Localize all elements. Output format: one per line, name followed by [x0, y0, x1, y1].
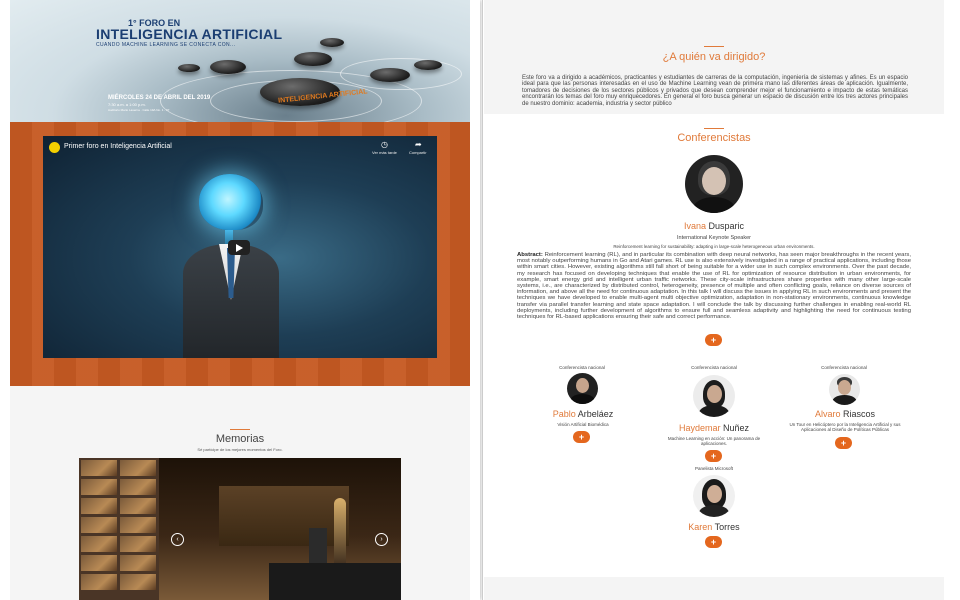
desk [269, 563, 401, 600]
gallery-next-icon[interactable]: › [375, 533, 388, 546]
stone [178, 64, 200, 72]
audience-title: ¿A quién va dirigido? [662, 51, 766, 63]
speaker-first-name: Pablo [552, 409, 576, 419]
keynote-avatar [685, 155, 743, 213]
abstract-label: Abstract: [517, 252, 543, 258]
hero-time: 7:30 a.m. a 1:00 p.m. [108, 102, 146, 107]
speaker-avatar-haydemar [693, 375, 735, 417]
panelist-role: Panelista Microsoft [694, 466, 733, 471]
speaker-avatar-pablo [567, 373, 598, 404]
speaker-last-name: Riascos [843, 409, 876, 419]
hero-venue: Auditorio Mario Laserna · Calle 19A No. … [108, 108, 170, 112]
audience-accent-line [704, 46, 724, 47]
stage-screen [219, 486, 349, 546]
play-button[interactable] [228, 240, 250, 255]
share-icon[interactable]: ➦ [415, 140, 422, 149]
audience-text: Este foro va a dirigido a académicos, pr… [522, 75, 908, 107]
gallery-thumbnail[interactable] [120, 536, 156, 552]
haydemar-more-button[interactable]: + [705, 450, 722, 462]
speaker-figure [334, 498, 346, 568]
speaker-first-name: Alvaro [814, 409, 841, 419]
keynote-abstract: Abstract: Reinforcement learning (RL), a… [517, 252, 911, 320]
speaker-role: Conferencista nacional [821, 365, 867, 370]
abstract-text: Reinforcement learning (RL), and in part… [517, 252, 911, 321]
speaker-avatar-alvaro [829, 374, 860, 405]
keynote-role: International Keynote Speaker [677, 235, 751, 241]
stone [320, 38, 344, 47]
hero-tagline: CUANDO MACHINE LEARNING SE CONECTA CON..… [96, 42, 236, 48]
keynote-last-name: Dusparic [708, 221, 745, 231]
gallery-thumbnail[interactable] [81, 479, 117, 495]
karen-more-button[interactable]: + [705, 536, 722, 548]
memories-title: Memorias [215, 433, 265, 445]
panelist-first-name: Karen [688, 522, 713, 532]
keynote-name: Ivana Dusparic [484, 221, 944, 231]
memories-subtitle: Sé partícipe de los mejores momentos del… [197, 447, 283, 452]
gallery-main-photo[interactable] [159, 458, 401, 600]
gallery-thumbnail[interactable] [120, 479, 156, 495]
speaker-name-alvaro: Alvaro Riascos [790, 409, 900, 419]
video-title[interactable]: Primer foro en Inteligencia Artificial [64, 143, 172, 150]
watch-later-button[interactable]: Ver más tarde [372, 150, 397, 155]
channel-logo-icon[interactable] [49, 142, 60, 153]
gallery-thumbnail[interactable] [120, 555, 156, 571]
gallery-thumbnail[interactable] [81, 517, 117, 533]
memories-accent-line [230, 429, 250, 430]
stone [294, 52, 332, 66]
speaker-last-name: Arbeláez [577, 409, 614, 419]
gallery-thumbnail[interactable] [81, 536, 117, 552]
speaker-name-haydemar: Haydemar Nuñez [662, 423, 766, 433]
hero-title: INTELIGENCIA ARTIFICIAL [96, 26, 283, 42]
keynote-more-button[interactable]: + [705, 334, 722, 346]
clock-icon[interactable]: ◷ [381, 140, 388, 149]
video-player[interactable]: Primer foro en Inteligencia Artificial ◷… [43, 136, 437, 358]
speaker-role: Conferencista nacional [691, 365, 737, 370]
pablo-more-button[interactable]: + [573, 431, 590, 443]
speaker-role: Conferencista nacional [559, 365, 605, 370]
gallery-thumbnail[interactable] [81, 574, 117, 590]
stone [414, 60, 442, 70]
speaker-first-name: Haydemar [678, 423, 721, 433]
gallery-thumbnail[interactable] [120, 498, 156, 514]
speakers-accent-line [704, 128, 724, 129]
next-section [484, 577, 944, 600]
brain-graphic [199, 174, 263, 230]
speaker-name-pablo: Pablo Arbeláez [532, 409, 634, 419]
gallery-thumbnail[interactable] [120, 460, 156, 476]
speaker-talk: Un Tour en Helicóptero por la Inteligenc… [789, 422, 901, 432]
gallery-thumbnail[interactable] [81, 498, 117, 514]
panelist-name-karen: Karen Torres [662, 522, 766, 532]
speakers-title: Conferencistas [677, 132, 751, 144]
hero-date: MIÉRCOLES 24 DE ABRIL DEL 2019 [108, 95, 211, 101]
gallery-thumbnail[interactable] [81, 460, 117, 476]
speaker-last-name: Nuñez [723, 423, 750, 433]
panelist-avatar-karen [693, 475, 735, 517]
hero-banner: 1° FORO EN INTELIGENCIA ARTIFICIAL CUAND… [10, 0, 470, 122]
speaker-talk: Machine Learning en acción: Un panorama … [667, 436, 761, 446]
alvaro-more-button[interactable]: + [835, 437, 852, 449]
gallery-thumbnail[interactable] [120, 517, 156, 533]
photo-gallery[interactable]: ‹ › [79, 458, 401, 600]
stone [370, 68, 410, 82]
stone [210, 60, 246, 74]
speaker-talk: Visión Artificial Biomédica [557, 422, 609, 427]
share-button[interactable]: Compartir [409, 150, 427, 155]
keynote-talk: Reinforcement learning for sustainabilit… [613, 244, 815, 249]
thumbnail-grid [81, 460, 157, 590]
gallery-thumbnail[interactable] [81, 555, 117, 571]
panelist-last-name: Torres [714, 522, 740, 532]
gallery-thumbnail[interactable] [120, 574, 156, 590]
keynote-first-name: Ivana [683, 221, 706, 231]
gallery-prev-icon[interactable]: ‹ [171, 533, 184, 546]
